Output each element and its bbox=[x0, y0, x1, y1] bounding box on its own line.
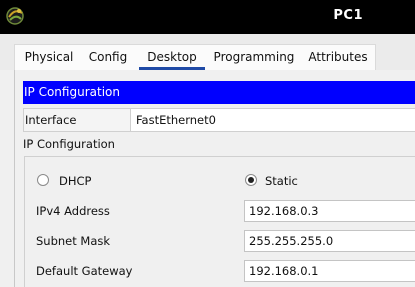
dhcp-radio[interactable] bbox=[37, 174, 49, 186]
tab-config[interactable]: Config bbox=[85, 45, 131, 70]
interface-label: Interface bbox=[25, 113, 77, 127]
window-titlebar: PC1 bbox=[0, 0, 415, 34]
subnet-mask-label: Subnet Mask bbox=[36, 234, 111, 248]
ipv4-address-input[interactable]: 192.168.0.3 bbox=[244, 200, 415, 222]
interface-select[interactable]: FastEthernet0 bbox=[130, 109, 415, 131]
tabs-bar: Physical Config Desktop Programming Attr… bbox=[0, 34, 415, 70]
subnet-mask-input[interactable]: 255.255.255.0 bbox=[244, 230, 415, 252]
tab-programming[interactable]: Programming bbox=[212, 45, 296, 70]
ipv4-address-label: IPv4 Address bbox=[36, 204, 110, 218]
dhcp-label[interactable]: DHCP bbox=[59, 174, 91, 188]
default-gateway-label: Default Gateway bbox=[36, 264, 133, 278]
tab-physical[interactable]: Physical bbox=[19, 45, 79, 70]
interface-row: Interface FastEthernet0 bbox=[23, 108, 415, 132]
panel-header: IP Configuration bbox=[23, 81, 415, 104]
static-label[interactable]: Static bbox=[265, 174, 298, 188]
tab-desktop[interactable]: Desktop bbox=[139, 45, 205, 70]
window-title: PC1 bbox=[333, 8, 363, 23]
static-radio[interactable] bbox=[245, 174, 257, 186]
ip-configuration-group: DHCP Static IPv4 Address 192.168.0.3 Sub… bbox=[24, 156, 415, 287]
default-gateway-input[interactable]: 192.168.0.1 bbox=[244, 260, 415, 282]
tab-attributes[interactable]: Attributes bbox=[305, 45, 371, 70]
ip-configuration-panel: IP Configuration Interface FastEthernet0… bbox=[14, 70, 415, 287]
static-radio-dot bbox=[248, 177, 254, 183]
ip-configuration-section-label: IP Configuration bbox=[23, 137, 115, 151]
tabstrip: Physical Config Desktop Programming Attr… bbox=[14, 44, 376, 70]
